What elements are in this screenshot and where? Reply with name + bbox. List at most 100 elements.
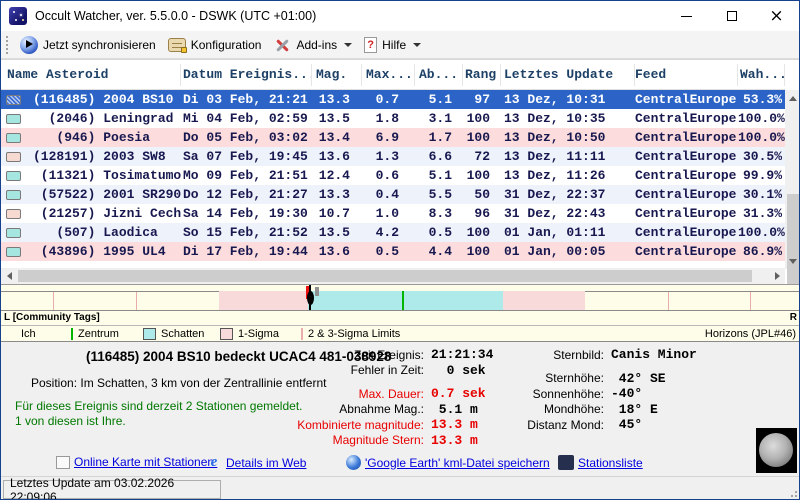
help-button[interactable]: ? Hilfe xyxy=(358,34,427,56)
cell-name: (21257) Jizni Cechy xyxy=(33,206,181,221)
cell-datum: Di 03 Feb, 21:21 xyxy=(183,92,308,107)
configuration-button[interactable]: Konfiguration xyxy=(162,35,268,55)
field-label: Zeit Ereignis: xyxy=(353,347,424,362)
timeline-band xyxy=(219,291,308,311)
close-button[interactable]: × xyxy=(754,1,799,31)
sync-icon xyxy=(20,35,38,54)
scroll-left-button[interactable] xyxy=(1,268,17,284)
cell-rang: 100 xyxy=(466,111,490,126)
cell-max: 0.5 xyxy=(375,244,399,259)
field-value: 18° E xyxy=(611,401,658,417)
scroll-down-button[interactable] xyxy=(785,253,799,269)
table-body: (116485) 2004 BS10 Di 03 Feb, 21:21 13.3 0.… xyxy=(1,90,785,261)
field-label: Magnitude Stern: xyxy=(332,433,424,448)
table-row[interactable]: (21257) Jizni Cechy Sa 14 Feb, 19:30 10.7 1… xyxy=(1,204,785,223)
col-name-asteroid[interactable]: Name Asteroid xyxy=(1,63,181,86)
col-ab[interactable]: Ab... xyxy=(415,63,463,86)
legend-label: Schatten xyxy=(161,328,205,340)
event-timeline[interactable] xyxy=(1,284,799,311)
table-row[interactable]: (116485) 2004 BS10 Di 03 Feb, 21:21 13.3 0.… xyxy=(1,90,785,109)
cell-datum: Do 12 Feb, 21:27 xyxy=(183,187,308,202)
community-tags-bar: L [Community Tags] R xyxy=(1,310,799,325)
detail-field: Sonnenhöhe: -40° xyxy=(456,386,697,402)
statusbar: Letztes Update am 03.02.2026 22:09:06 xyxy=(1,475,799,500)
col-letztes-update[interactable]: Letztes Update xyxy=(501,63,635,86)
link-web[interactable]: e Details im Web xyxy=(206,455,307,471)
table-row[interactable]: (57522) 2001 SR290 Do 12 Feb, 21:27 13.3 0.… xyxy=(1,185,785,204)
col-datum[interactable]: Datum Ereignis... xyxy=(181,63,312,86)
arrow-left-icon xyxy=(6,272,12,280)
sync-button[interactable]: Jetzt synchronisieren xyxy=(14,33,162,57)
col-wahrscheinlichkeit[interactable]: Wah... xyxy=(738,63,785,86)
horizontal-scrollbar[interactable] xyxy=(1,268,785,284)
arrow-right-icon xyxy=(774,272,780,280)
cell-rang: 100 xyxy=(466,130,490,145)
cell-feed: CentralEurope xyxy=(635,187,737,202)
table-row[interactable]: (128191) 2003 SW8 Sa 07 Feb, 19:45 13.6 1.3… xyxy=(1,147,785,166)
cell-rang: 100 xyxy=(466,225,490,240)
help-label: Hilfe xyxy=(382,37,407,52)
cell-feed: CentralEurope xyxy=(635,206,737,221)
cell-datum: Di 17 Feb, 19:44 xyxy=(183,244,308,259)
stations-icon xyxy=(558,455,574,470)
addins-label: Add-ins xyxy=(296,37,338,52)
scroll-right-button[interactable] xyxy=(769,268,785,284)
field-label: Sonnenhöhe: xyxy=(532,386,604,401)
col-rang[interactable]: Rang xyxy=(463,63,501,86)
vertical-scrollbar[interactable] xyxy=(785,90,799,294)
minimize-icon xyxy=(681,15,692,17)
legend-item: 2 & 3-Sigma Limits xyxy=(301,327,400,341)
sync-label: Jetzt synchronisieren xyxy=(43,37,156,52)
scroll-up-button[interactable] xyxy=(785,90,799,106)
col-max[interactable]: Max... xyxy=(362,63,415,86)
cell-wahr: 99.9% xyxy=(742,168,782,183)
row-icon-cell xyxy=(1,227,25,238)
link-map[interactable]: Online Karte mit Stationen xyxy=(56,455,214,469)
row-icon-cell xyxy=(1,170,25,181)
table-row[interactable]: (11321) Tosimatumoto Mo 09 Feb, 21:51 12.4… xyxy=(1,166,785,185)
cell-mag: 10.7 xyxy=(318,206,350,221)
link-stations[interactable]: Stationsliste xyxy=(558,455,643,470)
horizontal-scroll-thumb[interactable] xyxy=(18,270,752,282)
table-row[interactable]: (946) Poesia Do 05 Feb, 03:02 13.4 6.9 1.7 10… xyxy=(1,128,785,147)
cell-feed: CentralEurope xyxy=(635,149,737,164)
cell-rang: 100 xyxy=(466,168,490,183)
row-status-icon xyxy=(5,94,21,105)
resize-grip[interactable] xyxy=(788,488,798,498)
status-text: Letztes Update am 03.02.2026 22:09:06 xyxy=(10,475,175,500)
table-row[interactable]: (2046) Leningrad Mi 04 Feb, 02:59 13.5 1.8 3… xyxy=(1,109,785,128)
legend-label: Ich xyxy=(21,328,36,340)
col-feed[interactable]: Feed xyxy=(635,63,738,86)
cell-max: 0.7 xyxy=(375,92,399,107)
link-label: Online Karte mit Stationen xyxy=(74,455,215,469)
marker-body xyxy=(306,291,314,305)
col-mag[interactable]: Mag. xyxy=(312,63,362,86)
toolbar: Jetzt synchronisieren Konfiguration Add-… xyxy=(1,31,799,59)
cell-mag: 13.3 xyxy=(318,187,350,202)
cell-update: 01 Jan, 01:11 xyxy=(504,225,606,240)
stations-yours-text: 1 von diesen ist Ihre. xyxy=(15,414,126,428)
station-tick xyxy=(315,287,319,296)
link-kml[interactable]: 'Google Earth' kml-Datei speichern xyxy=(346,455,550,470)
cell-max: 1.0 xyxy=(375,206,399,221)
addins-button[interactable]: Add-ins xyxy=(267,33,358,57)
minimize-button[interactable] xyxy=(664,1,709,31)
cell-wahr: 100.0% xyxy=(738,130,785,145)
field-label: Mondhöhe: xyxy=(543,402,604,417)
vertical-scroll-thumb[interactable] xyxy=(787,194,799,294)
cell-wahr: 30.1% xyxy=(742,187,782,202)
cell-ab: 3.1 xyxy=(428,111,452,126)
table-row[interactable]: (43896) 1995 UL4 Di 17 Feb, 19:44 13.6 0.5 4… xyxy=(1,242,785,261)
row-icon-cell xyxy=(1,246,25,257)
row-status-icon xyxy=(5,132,21,143)
app-icon xyxy=(9,7,27,25)
maximize-button[interactable] xyxy=(709,1,754,31)
toolbar-grip[interactable] xyxy=(5,34,9,55)
cell-update: 31 Dez, 22:37 xyxy=(504,187,606,202)
detail-field: Magnitude Stern: 13.3 m xyxy=(241,433,493,449)
cell-max: 6.9 xyxy=(375,130,399,145)
cell-ab: 1.7 xyxy=(428,130,452,145)
cell-ab: 5.1 xyxy=(428,168,452,183)
cell-max: 0.6 xyxy=(375,168,399,183)
table-row[interactable]: (507) Laodica So 15 Feb, 21:52 13.5 4.2 0.5 1… xyxy=(1,223,785,242)
